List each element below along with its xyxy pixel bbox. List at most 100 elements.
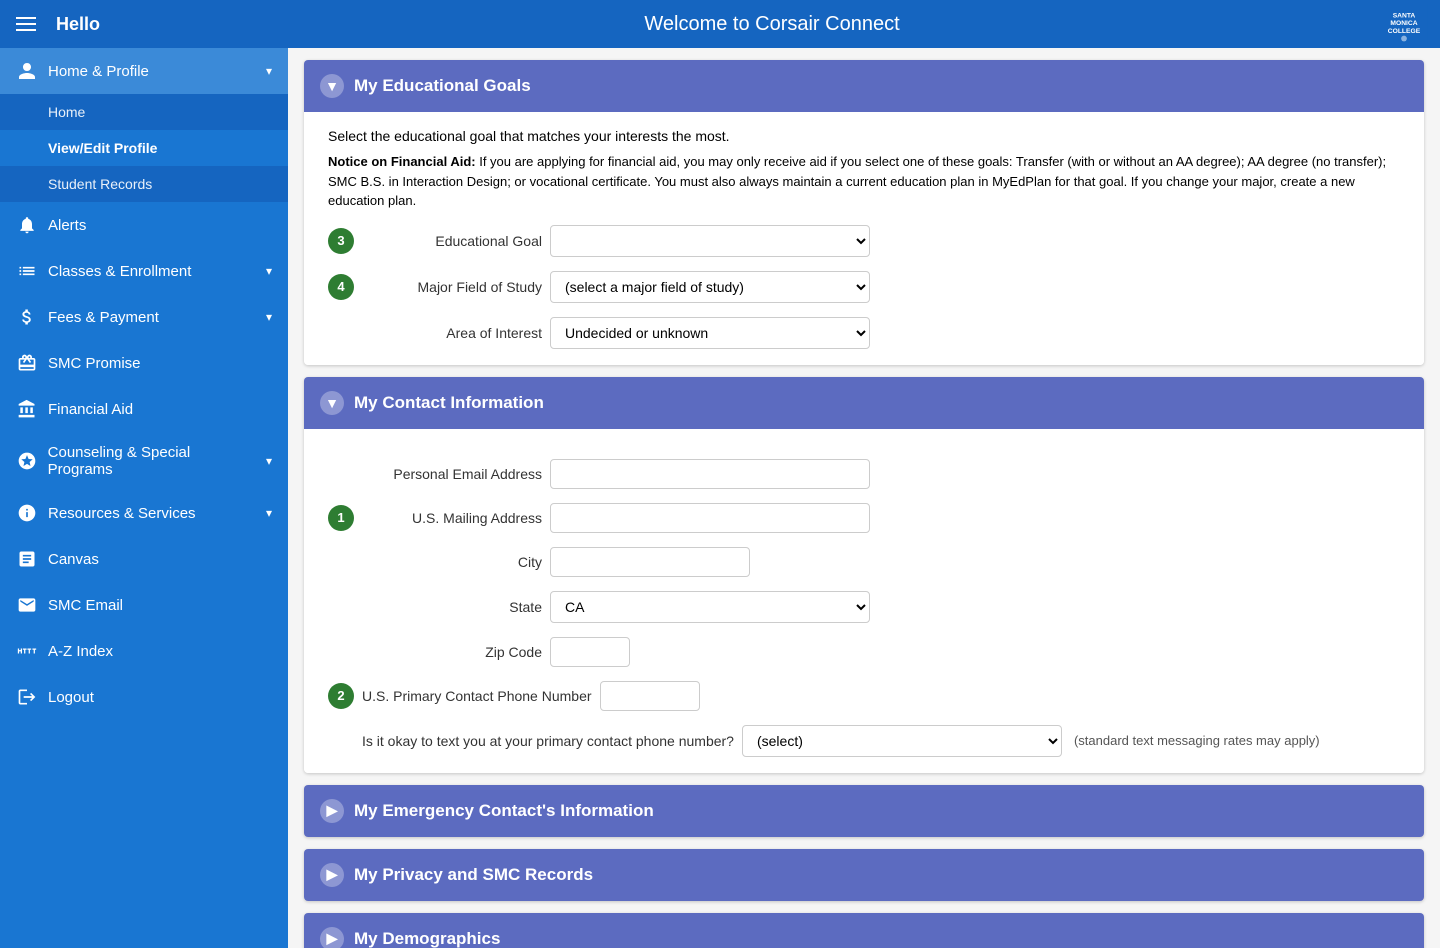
emergency-contact-panel: ▶ My Emergency Contact's Information <box>304 785 1424 837</box>
text-select[interactable]: (select) <box>742 725 1062 757</box>
demographics-header[interactable]: ▶ My Demographics <box>304 913 1424 948</box>
bank-icon <box>16 398 38 420</box>
area-of-interest-select[interactable]: Undecided or unknown <box>550 317 870 349</box>
person-icon <box>16 60 38 82</box>
us-mailing-input[interactable] <box>550 503 870 533</box>
zip-input[interactable] <box>550 637 630 667</box>
phone-input[interactable] <box>600 681 700 711</box>
sidebar-item-logout[interactable]: Logout <box>0 674 288 720</box>
contact-info-panel: ▼ My Contact Information Personal Email … <box>304 377 1424 773</box>
sidebar-item-az-index[interactable]: A-Z Index <box>0 628 288 674</box>
privacy-records-header[interactable]: ▶ My Privacy and SMC Records <box>304 849 1424 901</box>
resource-icon <box>16 502 38 524</box>
educational-goal-select[interactable] <box>550 225 870 257</box>
educational-goals-panel: ▼ My Educational Goals Select the educat… <box>304 60 1424 365</box>
sidebar-label-classes: Classes & Enrollment <box>48 263 191 280</box>
sidebar-item-classes-enrollment[interactable]: Classes & Enrollment ▾ <box>0 248 288 294</box>
sidebar-label-canvas: Canvas <box>48 551 99 568</box>
educational-goal-row: 3 Educational Goal <box>328 225 1400 257</box>
canvas-icon <box>16 548 38 570</box>
svg-text:MONICA: MONICA <box>1390 20 1417 27</box>
state-label: State <box>362 599 542 615</box>
zip-row: Zip Code <box>328 637 1400 667</box>
toggle-right-icon: ▶ <box>320 927 344 948</box>
sidebar-item-view-edit-profile[interactable]: View/Edit Profile <box>0 130 288 166</box>
phone-row: 2 U.S. Primary Contact Phone Number <box>328 681 1400 711</box>
sidebar-item-smc-email[interactable]: SMC Email <box>0 582 288 628</box>
zip-label: Zip Code <box>362 644 542 660</box>
personal-email-input[interactable] <box>550 459 870 489</box>
smc-logo: SANTA MONICA COLLEGE <box>1380 4 1428 44</box>
hamburger-menu[interactable] <box>16 17 36 31</box>
toggle-down-icon: ▼ <box>320 391 344 415</box>
state-row: State CA <box>328 591 1400 623</box>
face-icon <box>16 450 38 472</box>
demographics-panel: ▶ My Demographics <box>304 913 1424 948</box>
sidebar-sub-home-profile: Home View/Edit Profile Student Records <box>0 94 288 202</box>
sidebar-item-canvas[interactable]: Canvas <box>0 536 288 582</box>
logout-icon <box>16 686 38 708</box>
educational-goals-body: Select the educational goal that matches… <box>304 112 1424 365</box>
major-field-select[interactable]: (select a major field of study) <box>550 271 870 303</box>
major-field-row: 4 Major Field of Study (select a major f… <box>328 271 1400 303</box>
personal-email-row: Personal Email Address <box>328 459 1400 489</box>
chevron-down-icon: ▾ <box>266 264 272 278</box>
notice-label: Notice on Financial Aid: <box>328 154 476 169</box>
toggle-right-icon: ▶ <box>320 863 344 887</box>
toggle-right-icon: ▶ <box>320 799 344 823</box>
notice-text: Notice on Financial Aid: If you are appl… <box>328 152 1400 211</box>
area-of-interest-label: Area of Interest <box>362 325 542 341</box>
gift-icon <box>16 352 38 374</box>
email-icon <box>16 594 38 616</box>
svg-text:SANTA: SANTA <box>1393 12 1416 19</box>
page-title: Welcome to Corsair Connect <box>120 13 1424 36</box>
mailing-address-row: 1 U.S. Mailing Address <box>328 503 1400 533</box>
sidebar-item-fees-payment[interactable]: Fees & Payment ▾ <box>0 294 288 340</box>
contact-info-header[interactable]: ▼ My Contact Information <box>304 377 1424 429</box>
chevron-down-icon: ▾ <box>266 64 272 78</box>
sidebar-item-student-records[interactable]: Student Records <box>0 166 288 202</box>
text-question-label: Is it okay to text you at your primary c… <box>362 733 734 749</box>
chevron-down-icon: ▾ <box>266 454 272 468</box>
dollar-icon <box>16 306 38 328</box>
phone-label: U.S. Primary Contact Phone Number <box>362 688 592 704</box>
sidebar-item-resources[interactable]: Resources & Services ▾ <box>0 490 288 536</box>
text-question-row: Is it okay to text you at your primary c… <box>328 725 1400 757</box>
sidebar-item-counseling[interactable]: Counseling & Special Programs ▾ <box>0 432 288 490</box>
sidebar-label-counseling: Counseling & Special Programs <box>48 444 256 478</box>
sidebar-label-az-index: A-Z Index <box>48 643 113 660</box>
emergency-contact-header[interactable]: ▶ My Emergency Contact's Information <box>304 785 1424 837</box>
sidebar-item-smc-promise[interactable]: SMC Promise <box>0 340 288 386</box>
sidebar-item-alerts[interactable]: Alerts <box>0 202 288 248</box>
step-3-badge: 3 <box>328 228 354 254</box>
text-note: (standard text messaging rates may apply… <box>1074 733 1320 748</box>
step-1-badge: 1 <box>328 505 354 531</box>
us-mailing-label: U.S. Mailing Address <box>362 510 542 526</box>
state-select[interactable]: CA <box>550 591 870 623</box>
emergency-contact-title: My Emergency Contact's Information <box>354 801 654 821</box>
hello-label: Hello <box>56 14 100 35</box>
step-4-badge: 4 <box>328 274 354 300</box>
step-2-badge: 2 <box>328 683 354 709</box>
privacy-records-title: My Privacy and SMC Records <box>354 865 593 885</box>
sidebar-label-financial-aid: Financial Aid <box>48 401 133 418</box>
city-input[interactable] <box>550 547 750 577</box>
intro-text: Select the educational goal that matches… <box>328 128 1400 144</box>
sidebar-label-smc-promise: SMC Promise <box>48 355 141 372</box>
list-icon <box>16 260 38 282</box>
educational-goals-header[interactable]: ▼ My Educational Goals <box>304 60 1424 112</box>
sidebar-label-logout: Logout <box>48 689 94 706</box>
educational-goals-title: My Educational Goals <box>354 76 531 96</box>
sidebar-item-home-profile[interactable]: Home & Profile ▾ <box>0 48 288 94</box>
topbar: Hello Welcome to Corsair Connect SANTA M… <box>0 0 1440 48</box>
bell-icon <box>16 214 38 236</box>
personal-email-label: Personal Email Address <box>362 466 542 482</box>
az-icon <box>16 640 38 662</box>
sidebar-item-home[interactable]: Home <box>0 94 288 130</box>
demographics-title: My Demographics <box>354 929 500 948</box>
sidebar-item-financial-aid[interactable]: Financial Aid <box>0 386 288 432</box>
major-field-label: Major Field of Study <box>362 279 542 295</box>
city-label: City <box>362 554 542 570</box>
main-content: ▼ My Educational Goals Select the educat… <box>288 48 1440 948</box>
chevron-down-icon: ▾ <box>266 506 272 520</box>
